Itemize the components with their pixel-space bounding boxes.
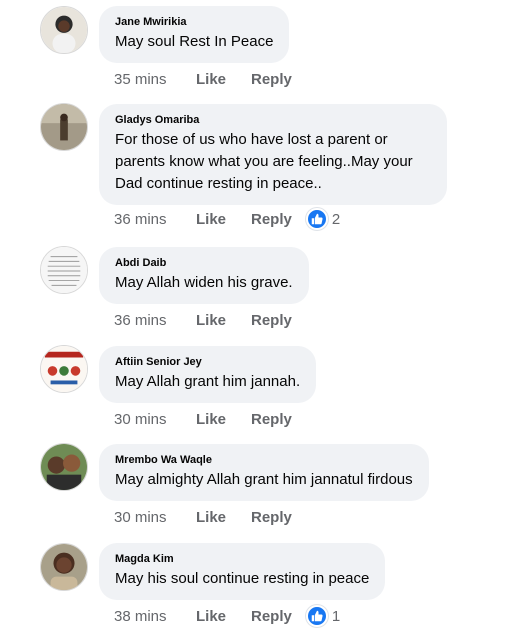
comment-bubble: Mrembo Wa Waqle May almighty Allah grant… [99, 444, 429, 501]
comment-bubble: Aftiin Senior Jey May Allah grant him ja… [99, 346, 317, 403]
reply-button[interactable]: Reply [251, 509, 292, 526]
like-button[interactable]: Like [196, 71, 251, 88]
timestamp[interactable]: 36 mins [114, 211, 196, 228]
like-button[interactable]: Like [196, 211, 251, 228]
timestamp[interactable]: 36 mins [114, 312, 196, 329]
comment-bubble: Abdi Daib May Allah widen his grave. [99, 247, 309, 304]
comment-bubble: Magda Kim May his soul continue resting … [99, 543, 386, 600]
avatar-image [41, 444, 87, 490]
commenter-name[interactable]: Magda Kim [115, 552, 369, 566]
commenter-name[interactable]: Jane Mwirikia [115, 15, 273, 29]
reply-button[interactable]: Reply [251, 608, 292, 625]
commenter-name[interactable]: Gladys Omariba [115, 113, 431, 127]
comment-text: For those of us who have lost a parent o… [115, 131, 413, 192]
avatar-image [41, 247, 87, 293]
timestamp[interactable]: 38 mins [114, 608, 196, 625]
comment-text: May soul Rest In Peace [115, 33, 274, 50]
reply-button[interactable]: Reply [251, 411, 292, 428]
comment-actions: 36 mins Like Reply [114, 309, 292, 331]
comment-text: May Allah widen his grave. [115, 274, 293, 291]
comment-text: May almighty Allah grant him jannatul fi… [115, 471, 413, 488]
comment-actions: 36 mins Like Reply 2 [114, 208, 340, 230]
like-button[interactable]: Like [196, 312, 251, 329]
avatar[interactable] [40, 246, 88, 294]
comment-text: May his soul continue resting in peace [115, 570, 370, 587]
avatar[interactable] [40, 103, 88, 151]
avatar[interactable] [40, 345, 88, 393]
avatar-image [41, 104, 87, 150]
commenter-name[interactable]: Aftiin Senior Jey [115, 355, 300, 369]
reply-button[interactable]: Reply [251, 71, 292, 88]
avatar[interactable] [40, 543, 88, 591]
comment-actions: 30 mins Like Reply [114, 408, 292, 430]
like-thumbs-up-icon [305, 605, 328, 627]
like-thumbs-up-icon [305, 208, 328, 230]
avatar[interactable] [40, 6, 88, 54]
comment-bubble: Gladys Omariba For those of us who have … [99, 104, 447, 205]
avatar-image [41, 346, 87, 392]
commenter-name[interactable]: Mrembo Wa Waqle [115, 453, 413, 467]
commenter-name[interactable]: Abdi Daib [115, 256, 293, 270]
timestamp[interactable]: 30 mins [114, 509, 196, 526]
avatar-image [41, 544, 87, 590]
like-button[interactable]: Like [196, 509, 251, 526]
reply-button[interactable]: Reply [251, 211, 292, 228]
comment-actions: 30 mins Like Reply [114, 506, 292, 528]
reaction-count: 1 [331, 607, 341, 625]
avatar-image [41, 7, 87, 53]
like-button[interactable]: Like [196, 608, 251, 625]
comment-bubble: Jane Mwirikia May soul Rest In Peace [99, 6, 290, 63]
reaction-count: 2 [331, 210, 341, 228]
reaction-summary[interactable]: 1 [305, 605, 341, 627]
comment-actions: 35 mins Like Reply [114, 68, 292, 90]
reply-button[interactable]: Reply [251, 312, 292, 329]
comment-actions: 38 mins Like Reply 1 [114, 605, 340, 627]
timestamp[interactable]: 30 mins [114, 411, 196, 428]
comment-text: May Allah grant him jannah. [115, 373, 301, 390]
like-button[interactable]: Like [196, 411, 251, 428]
timestamp[interactable]: 35 mins [114, 71, 196, 88]
reaction-summary[interactable]: 2 [305, 208, 341, 230]
avatar[interactable] [40, 443, 88, 491]
